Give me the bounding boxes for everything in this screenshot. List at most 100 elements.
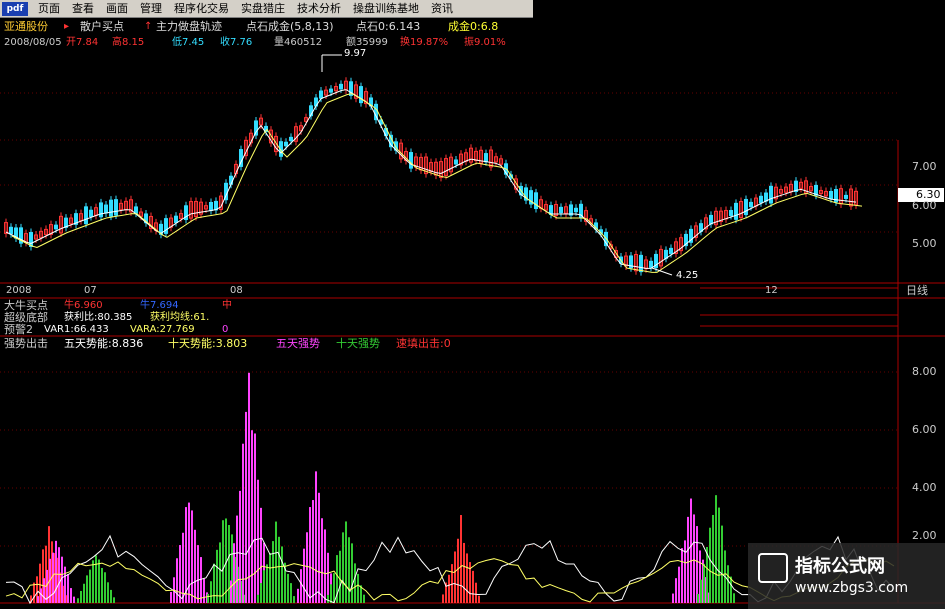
watermark-logo-icon [758, 553, 788, 583]
oscillator-bar [297, 588, 299, 603]
oscillator-bar [260, 583, 262, 603]
candle-body [759, 195, 763, 204]
oscillator-bar [213, 563, 215, 603]
oscillator-bar [675, 578, 677, 603]
strength-sell: 速填出击:0 [396, 337, 451, 350]
oscillator-bar [287, 573, 289, 603]
oscillator-bar [210, 581, 212, 603]
oscillator-bar [219, 542, 221, 603]
oscillator-bar [339, 550, 341, 603]
oscillator-bar [263, 570, 265, 603]
candle-body [114, 199, 118, 216]
oscillator-bar [239, 490, 241, 603]
oscillator-bar [95, 555, 97, 603]
oscillator-bar [266, 564, 268, 603]
oscillator-bar [321, 518, 323, 603]
oscillator-bar [684, 540, 686, 603]
oscillator-bar [448, 574, 450, 603]
oscillator-bar [703, 563, 705, 603]
candle-body [574, 207, 578, 213]
oscillator-bar [733, 593, 735, 603]
panel3-v3: 0 [222, 324, 229, 335]
oscillator-bar [248, 372, 250, 603]
oscillator-bar [687, 516, 689, 603]
oscillator-bar [257, 594, 259, 603]
oscillator-bar [89, 569, 91, 603]
oscillator-bar [207, 593, 209, 603]
ma-white-line [5, 89, 857, 269]
candle-body [534, 192, 538, 210]
time-year: 2008 [6, 285, 32, 296]
panel1-v1: 牛6.960 [64, 300, 103, 311]
panel3-v2: VARA:27.769 [130, 324, 195, 335]
price-label-7: 7.00 [912, 160, 937, 173]
candle-body [639, 254, 643, 273]
candle-body [329, 88, 333, 93]
oscillator-bar [696, 526, 698, 603]
oscillator-bar [236, 515, 238, 603]
candle-body [729, 210, 733, 216]
oscillator-bar [354, 563, 356, 603]
oscillator-bar [281, 546, 283, 603]
oscillator-bar [327, 594, 329, 603]
oscillator-bar [272, 541, 274, 603]
candle-body [209, 201, 213, 212]
oscillator-bar [37, 596, 39, 603]
oscillator-bar [690, 498, 692, 603]
time-month-08: 08 [230, 285, 243, 296]
watermark-url: www.zbgs3.com [795, 580, 909, 596]
candle-body [669, 247, 673, 255]
oscillator-bar [290, 583, 292, 603]
oscillator-bar [200, 557, 202, 603]
candle-body [339, 83, 343, 90]
strength-oscillator [30, 372, 735, 603]
panel2-v2: 获利均线:61. [150, 312, 210, 323]
period-label[interactable]: 日线 [906, 285, 928, 297]
oscillator-bar [475, 582, 477, 603]
candle-body [9, 226, 13, 235]
candle-body [84, 206, 88, 225]
panel3-title: 预警2 [4, 323, 33, 336]
oscillator-bar [216, 549, 218, 603]
oscillator-bar [251, 430, 253, 603]
oscillator-bar [191, 510, 193, 603]
ma-yellow-line [11, 93, 863, 273]
oscillator-bar [33, 582, 35, 603]
oscillator-bar [170, 591, 172, 603]
candle-body [744, 198, 748, 216]
oscillator-bar [257, 479, 259, 603]
oscillator-bar [197, 545, 199, 603]
oscillator-bar [80, 590, 82, 603]
strength-five-day: 五天势能:8.836 [64, 337, 144, 350]
panel1-v2: 牛7.694 [140, 300, 179, 311]
oscillator-bar [278, 536, 280, 603]
candle-body [709, 214, 713, 225]
candle-body [454, 159, 458, 165]
oscillator-bar [293, 596, 295, 603]
strength-axis-2: 2.00 [912, 529, 937, 542]
strength-title: 强势出击 [4, 337, 48, 350]
candle-body [134, 206, 138, 214]
oscillator-bar [222, 520, 224, 603]
candle-body [749, 201, 753, 208]
oscillator-bar [77, 598, 79, 603]
candle-body [284, 141, 288, 147]
oscillator-bar [43, 578, 45, 603]
candle-body [319, 90, 323, 99]
oscillator-bar [463, 542, 465, 603]
oscillator-bar [345, 521, 347, 603]
oscillator-bar [697, 593, 699, 603]
oscillator-bar [176, 558, 178, 603]
candle-body [89, 209, 93, 218]
oscillator-bar [64, 566, 66, 603]
oscillator-bar [58, 547, 60, 603]
strength-ten-day: 十天势能:3.803 [168, 337, 248, 350]
oscillator-bar [179, 545, 181, 603]
oscillator-bar [309, 507, 311, 603]
low-annotation: 4.25 [676, 270, 699, 281]
oscillator-bar [269, 553, 271, 603]
oscillator-bar [55, 540, 57, 603]
oscillator-bar [709, 527, 711, 603]
oscillator-bar [721, 525, 723, 603]
strength-five-strong: 五天强势 [276, 337, 320, 350]
